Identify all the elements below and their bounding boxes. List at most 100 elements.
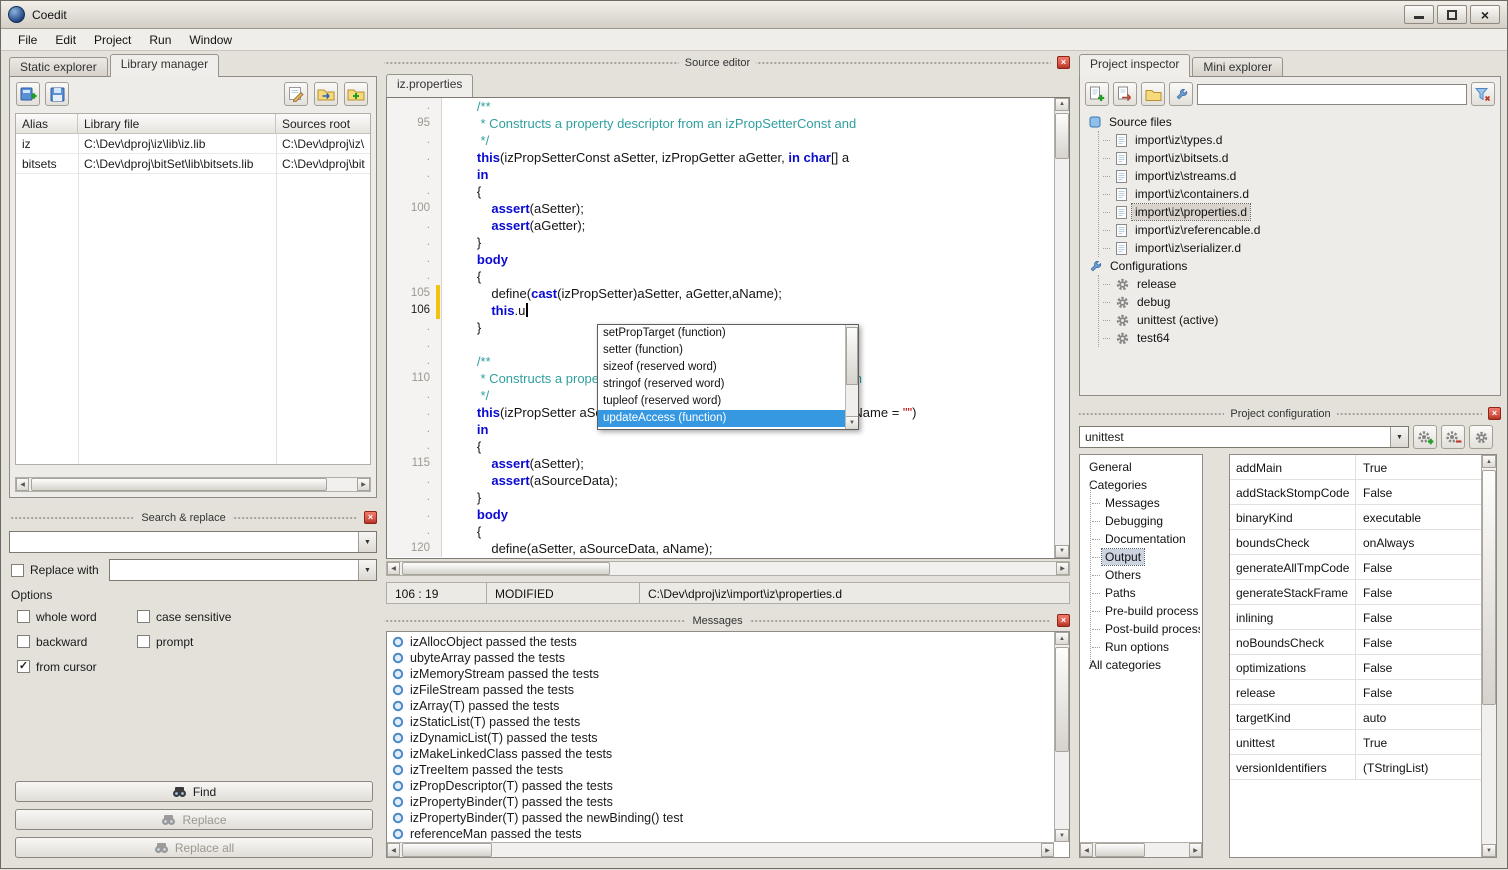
scroll-up-icon[interactable]: ▲ xyxy=(1055,98,1069,111)
save-library-list-button[interactable] xyxy=(45,82,69,106)
scroll-track[interactable] xyxy=(400,843,1041,857)
panel-drag-handle[interactable] xyxy=(756,61,1051,65)
menu-edit[interactable]: Edit xyxy=(46,30,85,50)
add-library-folder-button[interactable] xyxy=(344,82,368,106)
completion-item[interactable]: sizeof (reserved word) xyxy=(598,359,845,376)
checkbox-box[interactable] xyxy=(137,610,150,623)
message-item[interactable]: izStaticList(T) passed the tests xyxy=(389,714,1053,730)
category-documentation[interactable]: Documentation xyxy=(1082,530,1200,548)
minimize-button[interactable] xyxy=(1404,5,1434,24)
close-messages-panel-button[interactable]: × xyxy=(1057,614,1070,627)
find-button[interactable]: Find xyxy=(15,781,373,802)
code-line[interactable]: . */ xyxy=(387,132,1054,149)
menu-run[interactable]: Run xyxy=(140,30,180,50)
code-line[interactable]: . } xyxy=(387,234,1054,251)
code-line[interactable]: . assert(aSourceData); xyxy=(387,472,1054,489)
menu-project[interactable]: Project xyxy=(85,30,140,50)
clear-filter-button[interactable] xyxy=(1471,82,1495,106)
code-line[interactable]: . body xyxy=(387,251,1054,268)
panel-drag-handle[interactable] xyxy=(749,619,1051,623)
category-messages[interactable]: Messages xyxy=(1082,494,1200,512)
replace-with-checkbox[interactable] xyxy=(11,564,24,577)
code-line[interactable]: . /** xyxy=(387,98,1054,115)
title-bar[interactable]: Coedit × xyxy=(1,1,1507,29)
category-categories[interactable]: Categories xyxy=(1082,476,1200,494)
code-line[interactable]: 105 define(cast(izPropSetter)aSetter, aG… xyxy=(387,285,1054,302)
scroll-down-icon[interactable]: ▼ xyxy=(846,416,858,429)
property-row-noboundscheck[interactable]: noBoundsCheckFalse xyxy=(1230,630,1481,655)
scroll-thumb[interactable] xyxy=(1482,470,1496,705)
panel-drag-handle[interactable] xyxy=(384,61,679,65)
scroll-thumb[interactable] xyxy=(846,327,858,385)
checkbox-box[interactable]: ✓ xyxy=(17,660,30,673)
tree-item-import-iz-serializer-d[interactable]: import\iz\serializer.d xyxy=(1099,239,1495,257)
message-item[interactable]: izTreeItem passed the tests xyxy=(389,762,1053,778)
messages-vscrollbar[interactable]: ▲ ▼ xyxy=(1054,632,1069,842)
add-configuration-button[interactable] xyxy=(1413,425,1437,449)
property-value[interactable]: False xyxy=(1355,580,1481,604)
scroll-thumb[interactable] xyxy=(31,478,327,491)
menu-window[interactable]: Window xyxy=(180,30,241,50)
property-row-inlining[interactable]: inliningFalse xyxy=(1230,605,1481,630)
completion-item[interactable]: setPropTarget (function) xyxy=(598,325,845,342)
tree-item-debug[interactable]: debug xyxy=(1099,293,1495,311)
scroll-down-icon[interactable]: ▼ xyxy=(1055,545,1069,558)
message-item[interactable]: izArray(T) passed the tests xyxy=(389,698,1053,714)
scroll-left-icon[interactable]: ◀ xyxy=(387,562,400,575)
property-value[interactable]: True xyxy=(1355,730,1481,754)
completion-scrollbar[interactable]: ▼ xyxy=(845,325,858,429)
property-value[interactable]: auto xyxy=(1355,705,1481,729)
chevron-down-icon[interactable]: ▼ xyxy=(358,532,376,552)
add-folder-button[interactable] xyxy=(1141,82,1165,106)
scroll-left-icon[interactable]: ◀ xyxy=(16,478,29,491)
column-header-alias[interactable]: Alias xyxy=(16,114,78,133)
remove-source-button[interactable] xyxy=(1113,82,1137,106)
maximize-button[interactable] xyxy=(1437,5,1467,24)
messages-hscrollbar[interactable]: ◀ ▶ xyxy=(387,842,1054,857)
panel-drag-handle[interactable] xyxy=(1337,412,1482,416)
checkbox-box[interactable] xyxy=(17,610,30,623)
property-value[interactable]: False xyxy=(1355,555,1481,579)
panel-drag-handle[interactable] xyxy=(9,516,135,520)
scroll-track[interactable] xyxy=(400,562,1056,575)
message-item[interactable]: izDynamicList(T) passed the tests xyxy=(389,730,1053,746)
tree-item-import-iz-streams-d[interactable]: import\iz\streams.d xyxy=(1099,167,1495,185)
completion-item[interactable]: setter (function) xyxy=(598,342,845,359)
chevron-down-icon[interactable]: ▼ xyxy=(1390,427,1408,447)
category-all-categories[interactable]: All categories xyxy=(1082,656,1200,674)
tab-static-explorer[interactable]: Static explorer xyxy=(9,57,108,77)
property-row-release[interactable]: releaseFalse xyxy=(1230,680,1481,705)
replace-term-combo[interactable]: ▼ xyxy=(109,559,377,581)
category-pre-build-process[interactable]: Pre-build process xyxy=(1082,602,1200,620)
message-item[interactable]: ubyteArray passed the tests xyxy=(389,650,1053,666)
message-item[interactable]: referenceMan passed the tests xyxy=(389,826,1053,841)
tree-item-import-iz-containers-d[interactable]: import\iz\containers.d xyxy=(1099,185,1495,203)
panel-drag-handle[interactable] xyxy=(232,516,358,520)
scroll-thumb[interactable] xyxy=(1055,113,1069,159)
scroll-right-icon[interactable]: ▶ xyxy=(1189,843,1202,857)
table-row[interactable]: bitsetsC:\Dev\dproj\bitSet\lib\bitsets.l… xyxy=(16,154,370,174)
tree-group-source-files[interactable]: Source files xyxy=(1085,113,1495,131)
code-line[interactable]: . { xyxy=(387,438,1054,455)
property-value[interactable]: False xyxy=(1355,480,1481,504)
scroll-thumb[interactable] xyxy=(1095,843,1145,857)
scroll-right-icon[interactable]: ▶ xyxy=(357,478,370,491)
editor-vscrollbar[interactable]: ▲ ▼ xyxy=(1054,98,1069,558)
property-value[interactable]: False xyxy=(1355,630,1481,654)
property-row-targetkind[interactable]: targetKindauto xyxy=(1230,705,1481,730)
message-item[interactable]: izAllocObject passed the tests xyxy=(389,634,1053,650)
scroll-track[interactable] xyxy=(29,478,357,491)
scroll-down-icon[interactable]: ▼ xyxy=(1482,844,1496,857)
message-item[interactable]: izPropDescriptor(T) passed the tests xyxy=(389,778,1053,794)
code-line[interactable]: 115 assert(aSetter); xyxy=(387,455,1054,472)
code-line[interactable]: 120 define(aSetter, aSourceData, aName); xyxy=(387,540,1054,557)
clone-configuration-button[interactable] xyxy=(1469,425,1493,449)
property-row-addstackstompcode[interactable]: addStackStompCodeFalse xyxy=(1230,480,1481,505)
tree-item-test64[interactable]: test64 xyxy=(1099,329,1495,347)
scroll-up-icon[interactable]: ▲ xyxy=(1055,632,1069,645)
property-row-optimizations[interactable]: optimizationsFalse xyxy=(1230,655,1481,680)
message-item[interactable]: izPropertyBinder(T) passed the tests xyxy=(389,794,1053,810)
scroll-up-icon[interactable]: ▲ xyxy=(1482,455,1496,468)
scroll-thumb[interactable] xyxy=(402,562,610,575)
chevron-down-icon[interactable]: ▼ xyxy=(358,560,376,580)
